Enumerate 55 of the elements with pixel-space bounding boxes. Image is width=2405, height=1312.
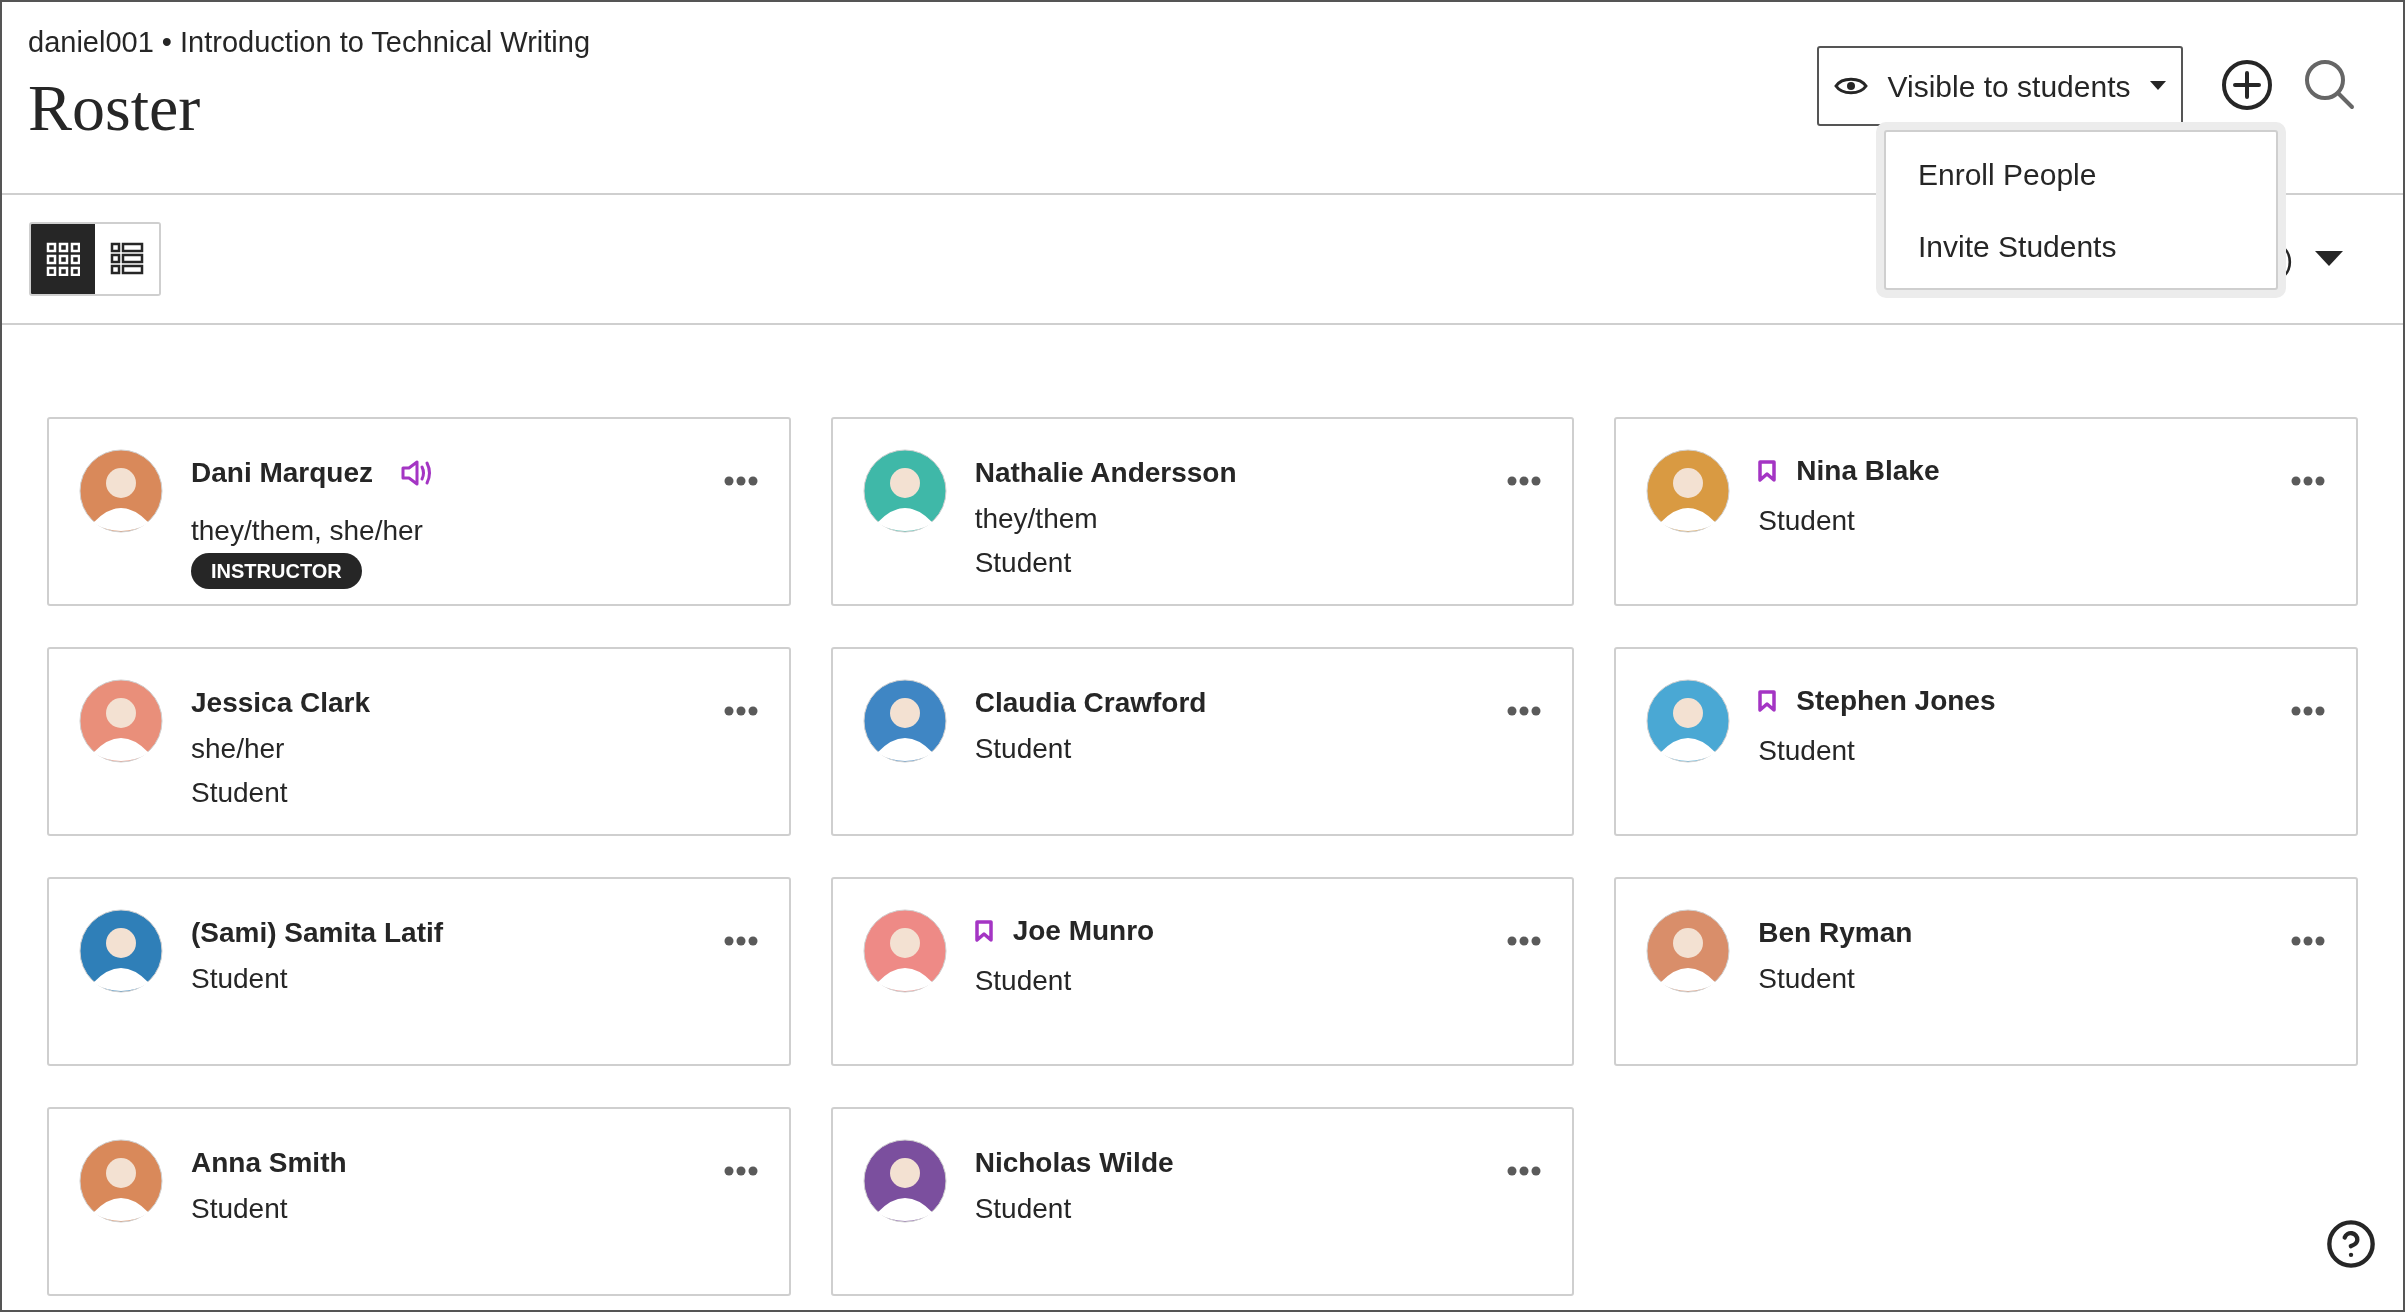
instructor-badge: INSTRUCTOR [191, 553, 362, 589]
member-name[interactable]: Anna Smith [191, 1145, 347, 1181]
member-name[interactable]: Jessica Clark [191, 685, 371, 721]
bookmark-icon [1758, 460, 1777, 482]
help-button[interactable] [2325, 1218, 2377, 1270]
role-text: Student [191, 1192, 289, 1226]
ellipsis-icon [723, 936, 758, 946]
search-button[interactable] [2303, 58, 2355, 110]
pronouns-text: they/them [974, 502, 1099, 536]
ellipsis-icon [1507, 936, 1542, 946]
bookmark-icon [1758, 690, 1777, 712]
role-text: Student [1758, 962, 1856, 996]
role-text: Student [1758, 504, 1856, 538]
menu-item[interactable]: Enroll People [1886, 138, 2276, 210]
help-icon [2325, 1218, 2377, 1270]
member-name[interactable]: Nicholas Wilde [974, 1145, 1174, 1181]
role-text: Student [191, 962, 289, 996]
member-name[interactable]: Claudia Crawford [974, 685, 1207, 721]
member-name[interactable]: Nathalie Andersson [974, 455, 1237, 491]
ellipsis-icon [1507, 706, 1542, 716]
ellipsis-icon [2291, 476, 2325, 486]
role-text: Student [974, 964, 1073, 998]
caret-icon [2150, 81, 2167, 91]
pronouns-text: they/them, she/her [191, 514, 424, 548]
member-name[interactable]: Joe Munro [1012, 913, 1155, 949]
role-text: Student [191, 776, 289, 810]
search-icon [2303, 58, 2355, 110]
caret-icon [2315, 251, 2343, 267]
role-text: Student [974, 546, 1073, 580]
view-toggle-tab[interactable] [31, 224, 95, 294]
role-text: Student [974, 732, 1073, 766]
ellipsis-icon [723, 706, 758, 716]
member-name[interactable]: Nina Blake [1796, 453, 1940, 489]
member-name[interactable]: Ben Ryman [1758, 915, 1913, 951]
bookmark-icon [974, 920, 993, 942]
role-text: Student [974, 1192, 1073, 1226]
plus-circle-icon [2221, 59, 2273, 111]
pronouns-text: she/her [191, 732, 286, 766]
eye-icon [1833, 75, 1868, 97]
menu-item[interactable]: Invite Students [1886, 210, 2276, 282]
add-button[interactable] [2221, 59, 2273, 111]
role-text: Student [1758, 734, 1856, 768]
list-view-icon [110, 242, 144, 276]
page-title: Roster [28, 70, 202, 146]
ellipsis-icon [2291, 706, 2325, 716]
breadcrumb: daniel001 • Introduction to Technical Writing [28, 25, 591, 60]
member-name[interactable]: Dani Marquez [191, 455, 374, 491]
member-name[interactable]: (Sami) Samita Latif [191, 915, 444, 951]
ellipsis-icon [1507, 476, 1542, 486]
ellipsis-icon [2291, 936, 2325, 946]
ellipsis-icon [723, 476, 758, 486]
ellipsis-icon [1507, 1166, 1542, 1176]
grid-view-icon [46, 242, 80, 276]
ellipsis-icon [723, 1166, 758, 1176]
member-name[interactable]: Stephen Jones [1796, 683, 1996, 719]
